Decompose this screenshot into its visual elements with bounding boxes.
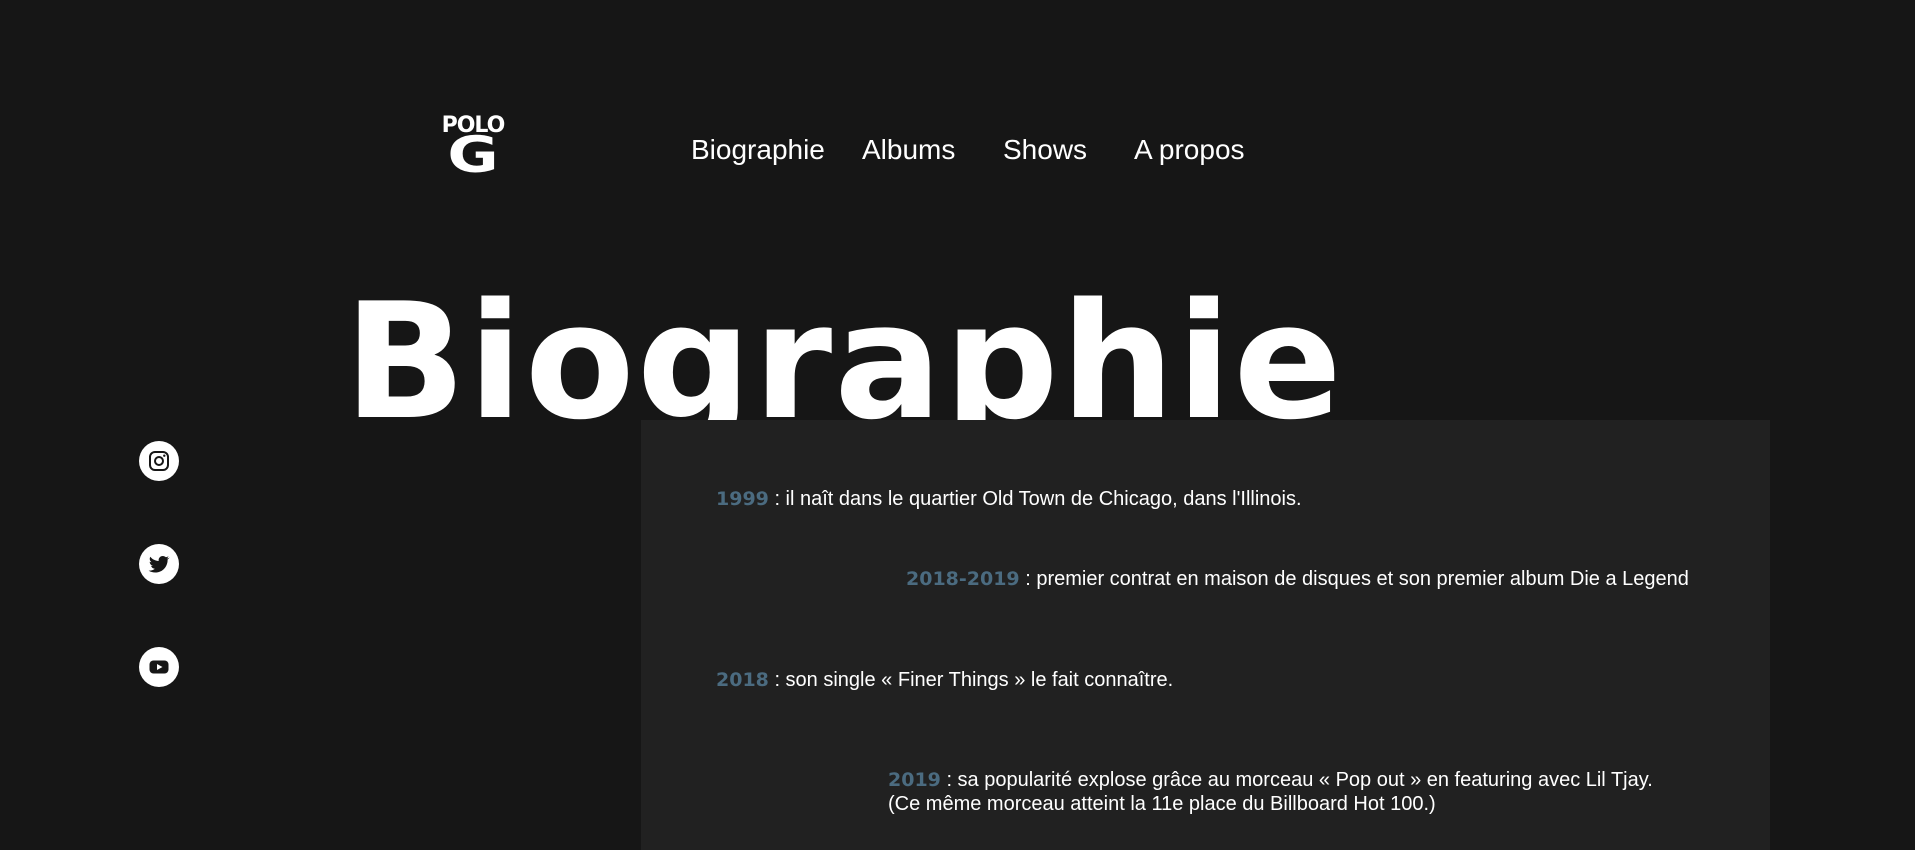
polo-g-logo[interactable]: POLO G [437,115,509,184]
timeline-year: 2018-2019 [906,568,1020,590]
nav-albums[interactable]: Albums [862,130,955,170]
youtube-icon [149,660,169,674]
timeline-text: : il naît dans le quartier Old Town de C… [768,488,1302,510]
nav-biographie[interactable]: Biographie [691,130,825,170]
nav-shows[interactable]: Shows [1003,130,1087,170]
timeline-item: 2018-2019 : premier contrat en maison de… [906,567,1689,591]
timeline-year: 1999 [716,488,769,510]
timeline-year: 2018 [716,669,769,691]
timeline-text: : sa popularité explose grâce au morceau… [940,769,1653,791]
timeline-item: 2019 : sa popularité explose grâce au mo… [888,768,1653,816]
timeline-text: : son single « Finer Things » le fait co… [768,669,1174,691]
timeline-text: : premier contrat en maison de disques e… [1019,568,1689,590]
twitter-link[interactable] [139,544,179,584]
timeline-year: 2019 [888,769,941,791]
instagram-icon [149,451,169,471]
timeline-item: 2018 : son single « Finer Things » le fa… [716,668,1173,692]
twitter-icon [148,555,170,573]
timeline-text-note: (Ce même morceau atteint la 11e place du… [888,793,1436,815]
logo-text-big: G [447,126,499,184]
instagram-link[interactable] [139,441,179,481]
timeline-item: 1999 : il naît dans le quartier Old Town… [716,487,1302,511]
youtube-link[interactable] [139,647,179,687]
nav-a-propos[interactable]: A propos [1134,130,1245,170]
